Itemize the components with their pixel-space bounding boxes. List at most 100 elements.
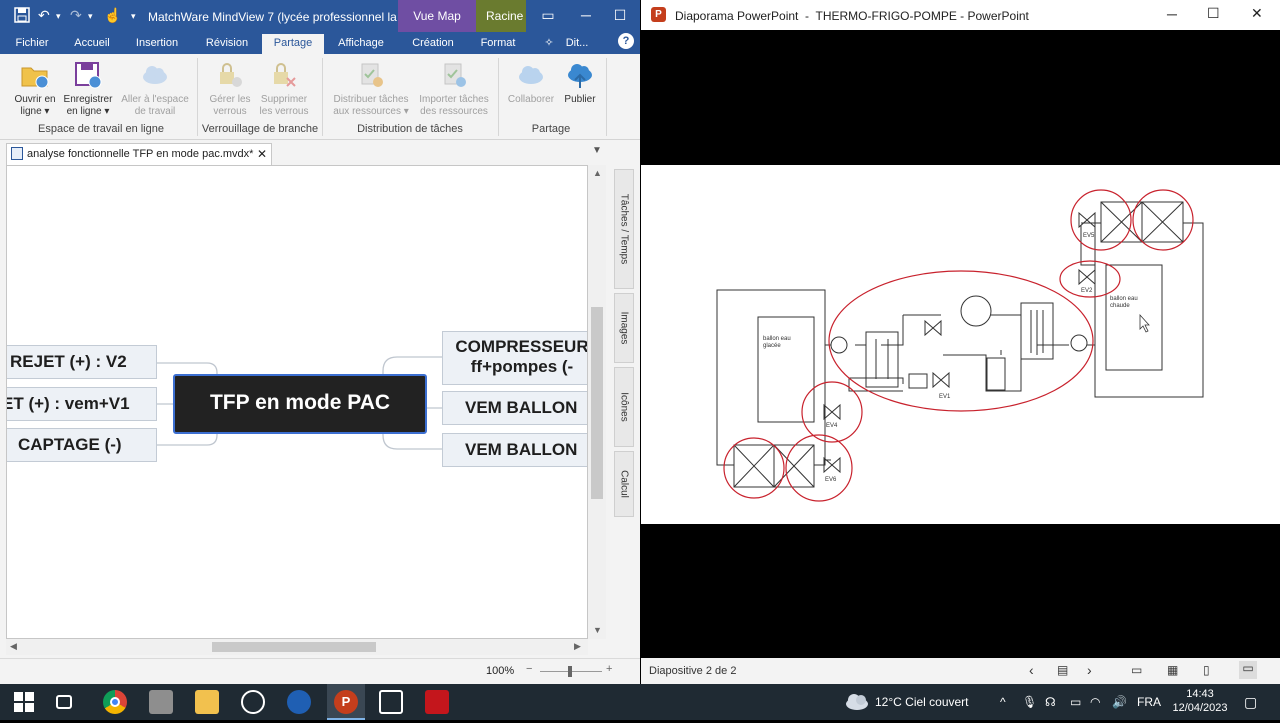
- zoom-in-icon[interactable]: +: [606, 663, 612, 675]
- side-tab-calcul[interactable]: Calcul: [614, 451, 634, 517]
- slide-area[interactable]: EV5 EV2 EV4 EV6 EV1 ballon eau glacée ba…: [641, 165, 1280, 524]
- scroll-left-icon[interactable]: ◀: [10, 641, 17, 652]
- undo-icon[interactable]: ↶: [38, 7, 50, 24]
- previous-slide-icon[interactable]: ‹: [1029, 662, 1034, 678]
- acrobat-icon[interactable]: [425, 690, 449, 714]
- label-ballon-chaude-2: chaude: [1110, 303, 1130, 309]
- pp-maximize-button[interactable]: ☐: [1207, 5, 1220, 22]
- powerpoint-icon: P: [651, 7, 666, 22]
- file-explorer-icon[interactable]: [195, 690, 219, 714]
- share-app-icon[interactable]: [379, 690, 403, 714]
- tab-accueil[interactable]: Accueil: [66, 34, 118, 54]
- map-node-vem-ballon-1[interactable]: VEM BALLON: [442, 391, 587, 425]
- vertical-scrollbar[interactable]: ▲ ▼: [588, 165, 606, 639]
- chrome-icon[interactable]: [103, 690, 127, 714]
- maximize-button[interactable]: ☐: [600, 0, 640, 32]
- undo-dropdown-icon[interactable]: ▾: [56, 11, 61, 22]
- windows-start-icon[interactable]: [12, 690, 36, 714]
- clock-app-icon[interactable]: [241, 690, 265, 714]
- context-tab-vue-map[interactable]: Vue Map: [398, 0, 476, 32]
- go-to-workspace-label-1: Aller à l'espace: [121, 94, 189, 105]
- tab-list-dropdown-icon[interactable]: ▼: [592, 145, 602, 156]
- scroll-right-icon[interactable]: ▶: [574, 641, 581, 652]
- side-tab-taches-temps[interactable]: Tâches / Temps: [614, 169, 634, 289]
- manage-locks-button[interactable]: Gérer les verrous: [202, 60, 258, 118]
- ribbon-options-icon[interactable]: ▭: [528, 0, 568, 32]
- notifications-icon[interactable]: ▢: [1244, 684, 1257, 720]
- save-online-button[interactable]: Enregistrer en ligne ▾: [60, 60, 116, 118]
- tab-revision[interactable]: Révision: [198, 34, 256, 54]
- scroll-up-icon[interactable]: ▲: [593, 168, 602, 178]
- vertical-scroll-thumb[interactable]: [591, 307, 603, 499]
- ballon-eau-glacee: [757, 316, 815, 423]
- map-node-captage[interactable]: CAPTAGE (-): [7, 428, 157, 462]
- mind-map-canvas[interactable]: REJET (+) : V2 ET (+) : vem+V1 CAPTAGE (…: [6, 165, 588, 639]
- mindview-taskbar-icon[interactable]: [287, 690, 311, 714]
- horizontal-scrollbar[interactable]: ◀ ▶: [6, 639, 588, 655]
- scroll-down-icon[interactable]: ▼: [593, 625, 602, 635]
- open-online-button[interactable]: Ouvrir en ligne ▾: [8, 60, 62, 118]
- wifi-icon[interactable]: ◠: [1090, 684, 1100, 720]
- tab-format[interactable]: Format: [472, 34, 524, 54]
- microphone-icon[interactable]: 🎙: [1022, 684, 1037, 720]
- normal-view-icon[interactable]: ▭: [1131, 663, 1142, 677]
- close-tab-icon[interactable]: ✕: [257, 144, 267, 164]
- slideshow-view-icon[interactable]: ▭: [1239, 661, 1257, 679]
- document-tab-label: analyse fonctionnelle TFP en mode pac.mv…: [27, 148, 254, 160]
- tab-partage[interactable]: Partage: [262, 34, 324, 54]
- tab-affichage[interactable]: Affichage: [330, 34, 392, 54]
- save-icon[interactable]: [14, 7, 30, 26]
- distribute-tasks-button[interactable]: Distribuer tâches aux ressources ▾: [328, 60, 414, 118]
- import-tasks-label-1: Importer tâches: [419, 94, 489, 105]
- reading-view-icon[interactable]: ▯: [1203, 663, 1210, 677]
- volume-icon[interactable]: 🔊: [1112, 684, 1127, 720]
- meet-now-icon[interactable]: ☊: [1045, 684, 1056, 720]
- save-online-label-1: Enregistrer: [63, 94, 113, 105]
- horizontal-scroll-thumb[interactable]: [212, 642, 376, 652]
- map-node-compresseur[interactable]: COMPRESSEUR ff+pompes (-: [442, 331, 587, 385]
- lightbulb-icon[interactable]: ✧: [542, 34, 556, 54]
- context-tab-racine[interactable]: Racine: [476, 0, 526, 32]
- remove-locks-button[interactable]: Supprimer les verrous: [256, 60, 312, 118]
- next-slide-icon[interactable]: ›: [1087, 662, 1092, 678]
- network-icon[interactable]: ▭: [1070, 684, 1081, 720]
- zoom-out-icon[interactable]: −: [526, 663, 532, 675]
- calculator-icon[interactable]: [149, 690, 173, 714]
- map-root-node[interactable]: TFP en mode PAC: [173, 374, 427, 434]
- tab-creation[interactable]: Création: [404, 34, 462, 54]
- map-node-vem-v1[interactable]: ET (+) : vem+V1: [7, 387, 157, 421]
- import-tasks-button[interactable]: Importer tâches des ressources: [412, 60, 496, 118]
- publish-button[interactable]: Publier: [558, 60, 602, 106]
- show-hidden-icons[interactable]: ^: [1000, 684, 1006, 720]
- map-node-rejet-v2[interactable]: REJET (+) : V2: [7, 345, 157, 379]
- document-tab[interactable]: analyse fonctionnelle TFP en mode pac.mv…: [6, 143, 272, 165]
- help-icon[interactable]: ?: [618, 33, 634, 49]
- pp-close-button[interactable]: ✕: [1251, 5, 1263, 22]
- slide-sorter-icon[interactable]: ▦: [1167, 663, 1178, 677]
- go-to-workspace-button[interactable]: Aller à l'espace de travail: [118, 60, 192, 118]
- ribbon-tabs: Fichier Accueil Insertion Révision Parta…: [0, 32, 640, 54]
- mindview-window: ↶ ▾ ↷ ▾ ☝ ▾ MatchWare MindView 7 (lycée …: [0, 0, 640, 684]
- tab-insertion[interactable]: Insertion: [128, 34, 186, 54]
- weather-text[interactable]: 12°C Ciel couvert: [875, 684, 969, 720]
- map-node-vem-ballon-2[interactable]: VEM BALLON: [442, 433, 587, 467]
- tab-fichier[interactable]: Fichier: [8, 34, 56, 54]
- slide-menu-icon[interactable]: ▤: [1057, 663, 1068, 677]
- touch-mode-icon[interactable]: ☝: [104, 7, 121, 24]
- collaborate-button[interactable]: Collaborer: [504, 60, 558, 106]
- powerpoint-statusbar: Diapositive 2 de 2 ‹ ▤ › ▭ ▦ ▯ ▭: [641, 658, 1280, 684]
- powerpoint-taskbar-button[interactable]: P: [327, 684, 365, 720]
- save-globe-icon: [73, 60, 103, 90]
- redo-dropdown-icon[interactable]: ▾: [88, 11, 93, 22]
- zoom-slider-thumb[interactable]: [568, 666, 572, 677]
- side-tab-icones[interactable]: Icônes: [614, 367, 634, 447]
- clock[interactable]: 14:43 12/04/2023: [1172, 687, 1228, 723]
- go-to-workspace-label-2: de travail: [134, 106, 176, 117]
- customize-toolbar-icon[interactable]: ▾: [131, 11, 136, 22]
- side-tab-images[interactable]: Images: [614, 293, 634, 363]
- redo-icon[interactable]: ↷: [70, 7, 82, 24]
- pp-minimize-button[interactable]: ─: [1167, 6, 1177, 22]
- language-indicator[interactable]: FRA: [1137, 684, 1161, 720]
- task-view-icon[interactable]: [56, 695, 72, 709]
- tell-me-box[interactable]: Dit...: [560, 34, 594, 54]
